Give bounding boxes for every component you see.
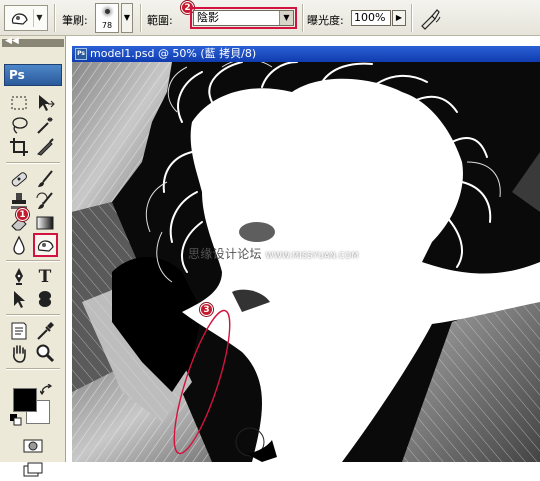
default-colors-icon[interactable] bbox=[10, 414, 22, 426]
eyedropper-icon bbox=[37, 322, 54, 340]
document-titlebar[interactable]: Ps model1.psd @ 50% (藍 拷貝/8) bbox=[72, 46, 540, 62]
lasso-tool[interactable] bbox=[8, 114, 30, 136]
range-value: 陰影 bbox=[197, 11, 219, 24]
toolbox-divider bbox=[6, 368, 60, 370]
toolbox-grip[interactable]: ◀◀ bbox=[2, 36, 64, 47]
brush-size: 78 bbox=[101, 21, 113, 30]
photoshop-doc-icon: Ps bbox=[75, 48, 87, 60]
move-tool[interactable] bbox=[34, 92, 56, 114]
divider bbox=[54, 4, 56, 32]
chevron-down-icon[interactable]: ▼ bbox=[279, 11, 293, 25]
quick-mask-button[interactable] bbox=[22, 438, 44, 454]
brush-tool[interactable] bbox=[34, 168, 56, 190]
toolbox-divider bbox=[6, 260, 60, 262]
blur-tool[interactable] bbox=[8, 234, 30, 256]
zoom-tool[interactable] bbox=[34, 342, 56, 364]
marquee-tool[interactable] bbox=[8, 92, 30, 114]
crop-tool[interactable] bbox=[8, 136, 30, 158]
exposure-slider-button[interactable]: ▶ bbox=[392, 10, 406, 26]
magic-wand-tool[interactable] bbox=[34, 114, 56, 136]
move-icon bbox=[39, 95, 55, 111]
note-icon bbox=[11, 322, 27, 340]
swap-colors-icon[interactable] bbox=[40, 384, 54, 396]
brush-tip-icon bbox=[105, 9, 110, 14]
rectangular-marquee-icon bbox=[11, 96, 27, 110]
range-select[interactable]: 陰影 ▼ bbox=[193, 10, 294, 26]
lasso-icon bbox=[12, 117, 28, 134]
crop-icon bbox=[10, 138, 28, 156]
type-tool[interactable]: T bbox=[34, 266, 56, 288]
watermark-chinese: 思缘设计论坛 bbox=[188, 247, 262, 261]
brush-preset-picker[interactable]: 78 bbox=[95, 3, 119, 33]
chevron-down-icon[interactable]: ▼ bbox=[33, 9, 45, 27]
water-drop-icon bbox=[13, 235, 25, 255]
range-highlight: 陰影 ▼ bbox=[190, 7, 297, 29]
options-bar: ▼ 筆刷: 78 ▼ 範圍: 2 陰影 ▼ 曝光度: 100% ▶ bbox=[0, 0, 540, 36]
brush-icon bbox=[38, 170, 53, 187]
healing-brush-tool[interactable] bbox=[8, 168, 30, 190]
type-icon: T bbox=[38, 267, 52, 287]
document-title: model1.psd @ 50% (藍 拷貝/8) bbox=[90, 47, 257, 60]
toolbox-divider bbox=[6, 314, 60, 316]
brush-dropdown-button[interactable]: ▼ bbox=[121, 3, 133, 33]
slice-tool[interactable] bbox=[34, 136, 56, 158]
quick-mask-icon bbox=[23, 439, 43, 453]
divider bbox=[140, 4, 142, 32]
pen-icon bbox=[15, 268, 23, 285]
document-window: Ps model1.psd @ 50% (藍 拷貝/8) 3 思缘设计论坛 WW… bbox=[72, 46, 540, 462]
exposure-input[interactable]: 100% bbox=[351, 10, 391, 26]
shape-icon bbox=[38, 291, 52, 307]
watermark-url: WWW.MISSYUAN.COM bbox=[265, 251, 359, 260]
notes-tool[interactable] bbox=[8, 320, 30, 342]
toolbox-divider bbox=[6, 162, 60, 164]
airbrush-icon[interactable] bbox=[418, 6, 442, 30]
gradient-tool[interactable] bbox=[34, 212, 56, 234]
divider bbox=[302, 4, 304, 32]
tool-preset-picker[interactable]: ▼ bbox=[4, 5, 48, 31]
zoom-icon bbox=[36, 344, 55, 363]
brush-label: 筆刷: bbox=[62, 14, 88, 27]
channel-image bbox=[72, 62, 540, 462]
burn-tool-icon bbox=[11, 13, 28, 25]
collapse-icon[interactable]: ◀◀ bbox=[5, 36, 19, 46]
step-badge-3: 3 bbox=[200, 303, 213, 316]
photoshop-logo[interactable]: Ps bbox=[4, 64, 62, 86]
foreground-color-swatch[interactable] bbox=[13, 388, 37, 412]
bandage-icon bbox=[11, 172, 27, 187]
image-canvas[interactable]: 3 思缘设计论坛 WWW.MISSYUAN.COM bbox=[72, 62, 540, 462]
custom-shape-tool[interactable] bbox=[34, 288, 56, 310]
path-select-arrow-icon bbox=[14, 291, 25, 308]
path-selection-tool[interactable] bbox=[8, 288, 30, 310]
divider bbox=[411, 4, 413, 32]
hand-tool[interactable] bbox=[8, 342, 30, 364]
magic-wand-icon bbox=[37, 117, 53, 134]
toolbox: ◀◀ Ps 1 T bbox=[0, 36, 66, 477]
history-brush-icon bbox=[36, 192, 53, 209]
range-label: 範圍: bbox=[147, 14, 173, 27]
watermark: 思缘设计论坛 WWW.MISSYUAN.COM bbox=[188, 245, 359, 262]
eyedropper-tool[interactable] bbox=[34, 320, 56, 342]
burn-tool[interactable] bbox=[33, 233, 58, 257]
hand-icon bbox=[13, 345, 26, 363]
screen-mode-button[interactable] bbox=[22, 462, 44, 478]
history-brush-tool[interactable] bbox=[34, 190, 56, 212]
step-badge-1: 1 bbox=[16, 208, 29, 221]
pen-tool[interactable] bbox=[8, 266, 30, 288]
screen-mode-icon bbox=[23, 462, 43, 477]
burn-hand-icon bbox=[37, 240, 54, 252]
exposure-label: 曝光度: bbox=[307, 14, 344, 27]
slice-icon bbox=[37, 138, 54, 156]
gradient-icon bbox=[36, 216, 54, 230]
